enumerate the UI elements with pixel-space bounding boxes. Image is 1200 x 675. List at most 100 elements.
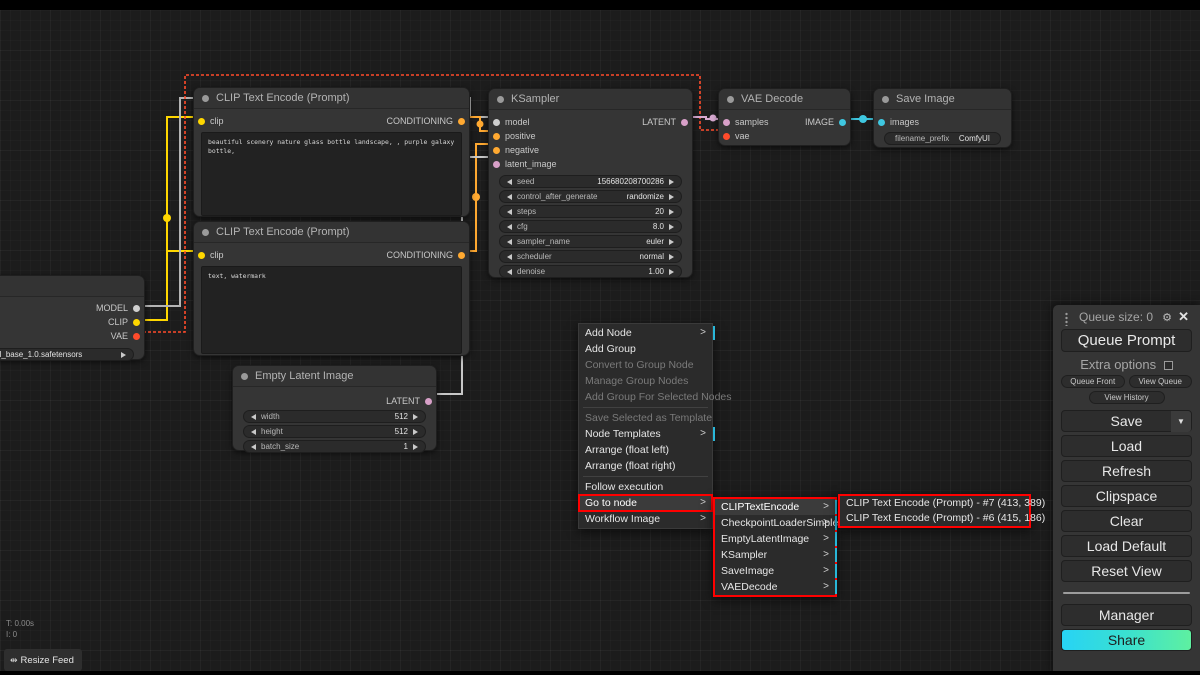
refresh-button[interactable]: Refresh (1061, 460, 1192, 482)
queue-prompt-button[interactable]: Queue Prompt (1061, 329, 1192, 352)
chevron-left-icon[interactable] (507, 194, 512, 200)
node-instance-item-7[interactable]: CLIP Text Encode (Prompt) - #7 (413, 389… (840, 496, 1045, 511)
submenu-item-cliptextencode[interactable]: CLIPTextEncode > (715, 499, 837, 515)
chevron-right-icon[interactable] (669, 239, 674, 245)
io-slot-clip-negative[interactable]: clip CONDITIONING (194, 249, 469, 262)
port-latent-image-in[interactable] (493, 161, 500, 168)
chevron-right-icon[interactable] (669, 254, 674, 260)
output-slot-clip[interactable]: CLIP (0, 316, 144, 329)
resize-feed-button[interactable]: ⇹ Resize Feed (4, 649, 82, 671)
chevron-left-icon[interactable] (507, 239, 512, 245)
chevron-left-icon[interactable] (251, 444, 256, 450)
menu-item-add-group[interactable]: Add Group (579, 341, 712, 357)
submenu-item-vaedecode[interactable]: VAEDecode > (715, 579, 837, 595)
chevron-right-icon[interactable] (669, 269, 674, 275)
node-save-image[interactable]: Save Image images filename_prefix ComfyU… (873, 88, 1012, 148)
port-clip-in[interactable] (198, 252, 205, 259)
goto-node-submenu[interactable]: CLIPTextEncode > CheckpointLoaderSimple … (713, 497, 838, 597)
widget-steps[interactable]: steps 20 (499, 205, 682, 218)
menu-item-arrange-float-left[interactable]: Arrange (float left) (579, 442, 712, 458)
port-image-out[interactable] (839, 119, 846, 126)
node-empty-latent-image[interactable]: Empty Latent Image LATENT width 512 heig… (232, 365, 437, 453)
widget-ckpt-name[interactable]: sd_xl_base_1.0.safetensors (0, 348, 134, 361)
port-images-in[interactable] (878, 119, 885, 126)
chevron-left-icon[interactable] (507, 179, 512, 185)
port-positive-in[interactable] (493, 133, 500, 140)
widget-sampler-name[interactable]: sampler_name euler (499, 235, 682, 248)
port-model[interactable] (133, 305, 140, 312)
node-clip-text-encode-positive[interactable]: CLIP Text Encode (Prompt) clip CONDITION… (193, 87, 470, 217)
comfy-menu-panel[interactable]: Queue size: 0 ⚙ ✕ Queue Prompt Extra opt… (1053, 305, 1200, 675)
node-checkpoint-loader[interactable]: ckpoint MODEL CLIP VAE sd_xl_base_1.0.sa… (0, 275, 145, 361)
port-clip[interactable] (133, 319, 140, 326)
close-icon[interactable]: ✕ (1178, 309, 1189, 325)
extra-options-checkbox[interactable] (1163, 361, 1173, 371)
widget-seed[interactable]: seed 156680208700286 (499, 175, 682, 188)
canvas-context-menu[interactable]: Add Node > Add Group Convert to Group No… (578, 323, 732, 529)
node-vae-decode[interactable]: VAE Decode samples IMAGE vae (718, 88, 851, 146)
chevron-right-icon[interactable] (669, 209, 674, 215)
input-slot-vae[interactable]: vae (719, 130, 850, 143)
view-queue-button[interactable]: View Queue (1128, 375, 1192, 388)
submenu-item-ksampler[interactable]: KSampler > (715, 547, 837, 563)
prompt-textarea-negative[interactable]: text, watermark (201, 266, 462, 354)
port-conditioning-out[interactable] (458, 252, 465, 259)
node-clip-text-encode-negative[interactable]: CLIP Text Encode (Prompt) clip CONDITION… (193, 221, 470, 356)
port-model-in[interactable] (493, 119, 500, 126)
chevron-right-icon[interactable] (669, 179, 674, 185)
widget-filename-prefix[interactable]: filename_prefix ComfyUI (884, 132, 1001, 145)
io-slot-samples-image[interactable]: samples IMAGE (719, 116, 850, 129)
output-slot-latent[interactable]: LATENT (233, 395, 436, 408)
menu-item-workflow-image[interactable]: Workflow Image > (579, 511, 715, 527)
chevron-left-icon[interactable] (251, 414, 256, 420)
gear-icon[interactable]: ⚙ (1162, 311, 1172, 324)
extra-options-row[interactable]: Extra options (1061, 355, 1192, 375)
menu-item-go-to-node[interactable]: Go to node > (578, 494, 713, 512)
port-latent-out[interactable] (681, 119, 688, 126)
clear-button[interactable]: Clear (1061, 510, 1192, 532)
port-vae-in[interactable] (723, 133, 730, 140)
load-button[interactable]: Load (1061, 435, 1192, 457)
port-clip-in[interactable] (198, 118, 205, 125)
submenu-item-saveimage[interactable]: SaveImage > (715, 563, 837, 579)
output-slot-vae[interactable]: VAE (0, 330, 144, 343)
port-latent-out[interactable] (425, 398, 432, 405)
port-negative-in[interactable] (493, 147, 500, 154)
output-slot-model[interactable]: MODEL (0, 302, 144, 315)
io-slot-clip-positive[interactable]: clip CONDITIONING (194, 115, 469, 128)
chevron-left-icon[interactable] (507, 269, 512, 275)
input-slot-latent-image[interactable]: latent_image (489, 158, 692, 171)
chevron-right-icon[interactable] (413, 444, 418, 450)
node-collapse-dot[interactable] (241, 373, 248, 380)
node-collapse-dot[interactable] (202, 229, 209, 236)
node-collapse-dot[interactable] (497, 96, 504, 103)
share-button[interactable]: Share (1061, 629, 1192, 651)
widget-denoise[interactable]: denoise 1.00 (499, 265, 682, 278)
menu-item-node-templates[interactable]: Node Templates > (579, 426, 715, 442)
node-collapse-dot[interactable] (882, 96, 889, 103)
reset-view-button[interactable]: Reset View (1061, 560, 1192, 582)
submenu-item-emptylatentimage[interactable]: EmptyLatentImage > (715, 531, 837, 547)
node-collapse-dot[interactable] (727, 96, 734, 103)
manager-button[interactable]: Manager (1061, 604, 1192, 626)
node-instance-item-6[interactable]: CLIP Text Encode (Prompt) - #6 (415, 186… (840, 511, 1045, 526)
chevron-right-icon[interactable] (413, 429, 418, 435)
input-slot-images[interactable]: images (874, 116, 1011, 129)
port-vae[interactable] (133, 333, 140, 340)
chevron-right-icon[interactable] (669, 194, 674, 200)
widget-cfg[interactable]: cfg 8.0 (499, 220, 682, 233)
widget-control-after-generate[interactable]: control_after_generate randomize (499, 190, 682, 203)
port-samples-in[interactable] (723, 119, 730, 126)
input-slot-model[interactable]: model LATENT (489, 116, 692, 129)
load-default-button[interactable]: Load Default (1061, 535, 1192, 557)
clipspace-button[interactable]: Clipspace (1061, 485, 1192, 507)
chevron-left-icon[interactable] (251, 429, 256, 435)
port-conditioning-out[interactable] (458, 118, 465, 125)
menu-item-arrange-float-right[interactable]: Arrange (float right) (579, 458, 712, 474)
cliptextencode-instances-submenu[interactable]: CLIP Text Encode (Prompt) - #7 (413, 389… (838, 494, 1045, 528)
chevron-left-icon[interactable] (507, 209, 512, 215)
submenu-item-checkpointloadersimple[interactable]: CheckpointLoaderSimple > (715, 515, 838, 531)
input-slot-negative[interactable]: negative (489, 144, 692, 157)
chevron-left-icon[interactable] (507, 224, 512, 230)
node-collapse-dot[interactable] (202, 95, 209, 102)
